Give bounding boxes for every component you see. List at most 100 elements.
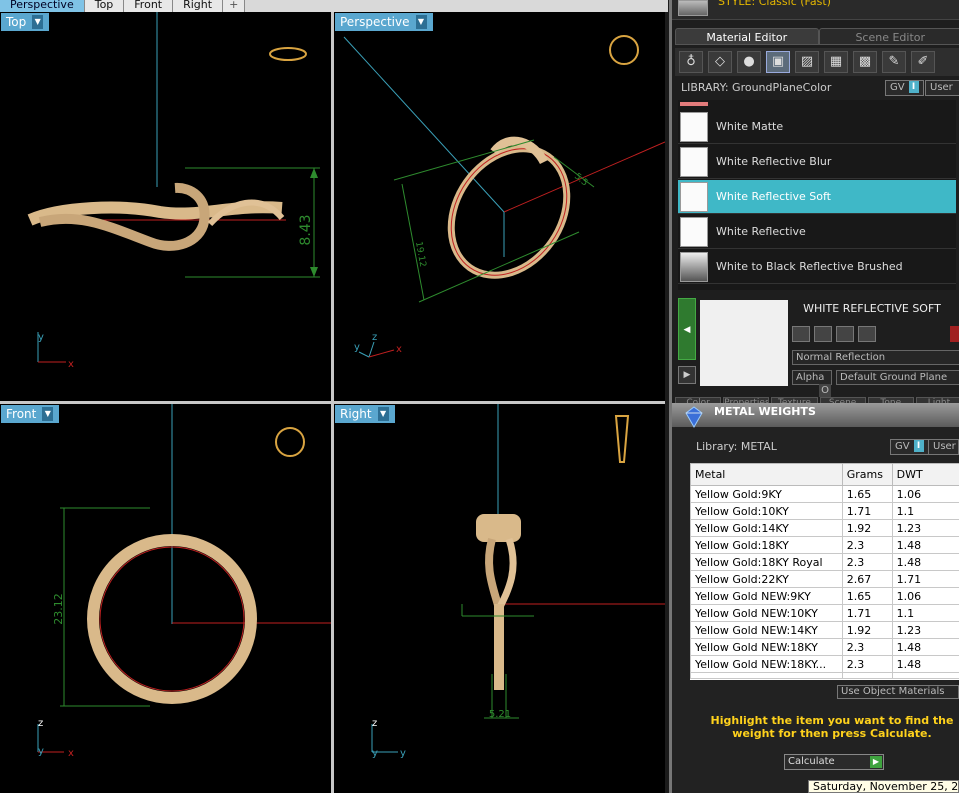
texture-icon[interactable]: ▨ xyxy=(795,51,819,73)
column-header-dwt[interactable]: DWT xyxy=(891,463,959,486)
viewport-label-top[interactable]: Top ▼ xyxy=(1,13,50,31)
table-row[interactable]: Yellow Gold:18KY 2.3 1.48 xyxy=(690,536,959,554)
brush-icon[interactable]: ✐ xyxy=(911,51,935,73)
tab-perspective[interactable]: Perspective xyxy=(0,0,85,12)
checker-icon[interactable]: ▩ xyxy=(853,51,877,73)
axis-y-label: y xyxy=(354,342,360,353)
tab-top[interactable]: Top xyxy=(84,0,125,12)
ground-plane-select[interactable]: Default Ground Plane xyxy=(836,370,959,385)
duplicate-icon[interactable] xyxy=(814,326,832,342)
metal-cell: Yellow Gold NEW:10KY xyxy=(690,604,843,622)
column-header-grams[interactable]: Grams xyxy=(841,463,893,486)
dimension-label: 23.12 xyxy=(52,593,65,625)
table-row[interactable]: Yellow Gold:14KY 1.92 1.23 xyxy=(690,519,959,537)
user-toggle[interactable]: User xyxy=(925,80,959,96)
table-row[interactable]: Yellow Gold NEW:18KY... 2.3 1.48 xyxy=(690,655,959,673)
material-item-white-reflective[interactable]: White Reflective xyxy=(678,215,956,249)
import-icon[interactable] xyxy=(858,326,876,342)
pattern-icon[interactable]: ▦ xyxy=(824,51,848,73)
material-swatch xyxy=(680,182,708,212)
table-row-partial xyxy=(690,672,959,679)
grams-cell: 1.71 xyxy=(841,502,893,520)
collapse-left-icon[interactable]: ◀ xyxy=(678,298,696,360)
tab-right[interactable]: Right xyxy=(173,0,224,12)
material-list[interactable]: White Matte White Reflective Blur White … xyxy=(678,100,956,290)
table-row[interactable]: Yellow Gold:9KY 1.65 1.06 xyxy=(690,485,959,503)
grams-cell: 2.3 xyxy=(841,638,893,656)
dwt-cell: 1.23 xyxy=(891,519,959,537)
material-swatch xyxy=(680,112,708,142)
table-row[interactable]: Yellow Gold:22KY 2.67 1.71 xyxy=(690,570,959,588)
alpha-field[interactable]: Alpha O xyxy=(792,370,832,397)
grams-cell: 1.65 xyxy=(841,587,893,605)
tab-front[interactable]: Front xyxy=(124,0,174,12)
viewport-right[interactable]: 5.21 z y y Right ▼ xyxy=(334,404,665,793)
preview-name: WHITE REFLECTIVE SOFT xyxy=(803,302,941,315)
material-name: White to Black Reflective Brushed xyxy=(716,260,903,273)
viewport-splitter-horizontal[interactable] xyxy=(0,401,665,404)
viewport-top[interactable]: 8.43 y x Top ▼ xyxy=(0,12,331,401)
use-object-materials-select[interactable]: Use Object Materials xyxy=(837,685,959,699)
table-row[interactable]: Yellow Gold NEW:9KY 1.65 1.06 xyxy=(690,587,959,605)
grams-cell: 1.92 xyxy=(841,621,893,639)
reflection-select[interactable]: Normal Reflection xyxy=(792,350,959,365)
ground-plane-icon[interactable]: ▣ xyxy=(766,51,790,73)
material-name: White Reflective Blur xyxy=(716,155,832,168)
material-item-white-reflective-blur[interactable]: White Reflective Blur xyxy=(678,145,956,179)
dwt-cell: 1.71 xyxy=(891,570,959,588)
table-row[interactable]: Yellow Gold:18KY Royal 2.3 1.48 xyxy=(690,553,959,571)
paint-icon[interactable]: ✎ xyxy=(882,51,906,73)
metal-cell: Yellow Gold:10KY xyxy=(690,502,843,520)
viewport-label-perspective[interactable]: Perspective ▼ xyxy=(335,13,433,31)
gem-logo-icon xyxy=(685,406,703,429)
ring-thumbnail-icon xyxy=(269,47,307,61)
material-item-white-reflective-soft[interactable]: White Reflective Soft xyxy=(678,180,956,214)
material-item-white-matte[interactable]: White Matte xyxy=(678,110,956,144)
gv-toggle[interactable]: GV I xyxy=(890,439,929,455)
tab-scene-editor[interactable]: Scene Editor xyxy=(818,28,959,45)
viewport-perspective[interactable]: 5.5 19.12 y z x Perspective ▼ xyxy=(334,12,665,401)
axis-y-label: y xyxy=(38,332,44,343)
table-row[interactable]: Yellow Gold:10KY 1.71 1.1 xyxy=(690,502,959,520)
alpha-label: Alpha xyxy=(796,372,825,383)
play-icon[interactable]: ▶ xyxy=(678,366,696,384)
metal-table[interactable]: Metal Grams DWT Yellow Gold:9KY 1.65 1.06 Y… xyxy=(690,463,959,680)
dwt-cell: 1.06 xyxy=(891,485,959,503)
sphere-icon[interactable]: ● xyxy=(737,51,761,73)
column-header-metal[interactable]: Metal xyxy=(690,463,843,486)
viewport-name: Top xyxy=(6,15,27,29)
tab-material-editor[interactable]: Material Editor xyxy=(675,28,819,45)
metal-cell: Yellow Gold NEW:18KY xyxy=(690,638,843,656)
table-row[interactable]: Yellow Gold NEW:18KY 2.3 1.48 xyxy=(690,638,959,656)
viewport-label-right[interactable]: Right ▼ xyxy=(335,405,395,423)
delete-icon[interactable] xyxy=(950,326,959,342)
table-row[interactable]: Yellow Gold NEW:10KY 1.71 1.1 xyxy=(690,604,959,622)
save-icon[interactable] xyxy=(792,326,810,342)
viewport-front[interactable]: 23.12 z y x Front ▼ xyxy=(0,404,331,793)
calculate-button[interactable]: Calculate ▶ xyxy=(784,754,884,770)
dimension-label: 8.43 xyxy=(298,214,314,245)
chevron-down-icon[interactable]: ▼ xyxy=(415,15,427,29)
play-icon[interactable]: ▶ xyxy=(870,756,882,768)
chevron-down-icon[interactable]: ▼ xyxy=(42,407,54,421)
export-icon[interactable] xyxy=(836,326,854,342)
metal-cell: Yellow Gold:14KY xyxy=(690,519,843,537)
alpha-button[interactable]: O xyxy=(819,384,831,397)
chevron-down-icon[interactable]: ▼ xyxy=(32,15,44,29)
dialog-header[interactable]: METAL WEIGHTS xyxy=(672,403,959,429)
style-thumbnail-icon[interactable] xyxy=(678,0,708,16)
gem-icon[interactable]: ◇ xyxy=(708,51,732,73)
user-toggle[interactable]: User xyxy=(928,439,959,455)
axis-y2-label: y xyxy=(400,748,406,759)
material-preview: ◀ ▶ WHITE REFLECTIVE SOFT Normal Reflect… xyxy=(678,298,959,397)
chevron-down-icon[interactable]: ▼ xyxy=(377,407,389,421)
gv-toggle[interactable]: GV I xyxy=(885,80,924,96)
grams-cell: 2.3 xyxy=(841,553,893,571)
viewport-label-front[interactable]: Front ▼ xyxy=(1,405,60,423)
material-item-white-to-black[interactable]: White to Black Reflective Brushed xyxy=(678,250,956,284)
table-row[interactable]: Yellow Gold NEW:14KY 1.92 1.23 xyxy=(690,621,959,639)
metal-cell: Yellow Gold:9KY xyxy=(690,485,843,503)
metal-icon[interactable]: ♁ xyxy=(679,51,703,73)
add-tab-button[interactable]: + xyxy=(223,0,246,12)
top-view-canvas: 8.43 y x xyxy=(27,12,320,370)
